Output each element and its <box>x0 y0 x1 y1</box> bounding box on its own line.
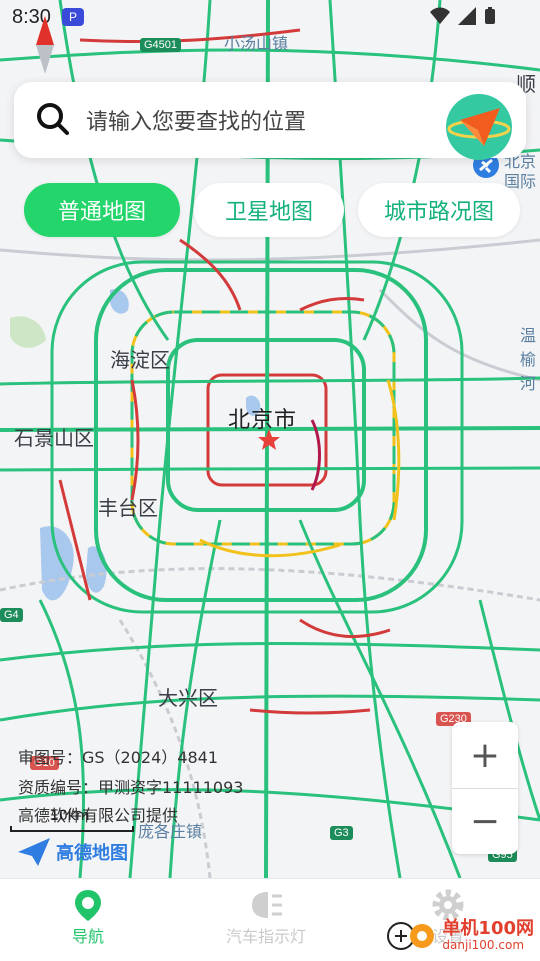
amap-logo-text: 高德地图 <box>56 843 128 864</box>
zoom-control: + − <box>452 722 518 854</box>
road-shield: G4501 <box>140 38 182 52</box>
watermark-title: 单机100网 <box>442 918 534 939</box>
place-label: 榆 <box>520 350 537 369</box>
district-label: 大兴区 <box>158 686 218 710</box>
road-shield: G3 <box>330 826 353 840</box>
map-scale: 10km <box>10 808 134 832</box>
scale-label: 10km <box>50 808 90 824</box>
nav-item-navigation[interactable]: 导航 <box>70 887 106 947</box>
headlight-icon <box>248 887 284 923</box>
tab-normal-map[interactable]: 普通地图 <box>24 183 180 237</box>
scale-bar <box>10 826 134 832</box>
compass-icon[interactable] <box>34 16 56 74</box>
tab-traffic-map[interactable]: 城市路况图 <box>358 183 520 237</box>
tab-satellite-map[interactable]: 卫星地图 <box>194 183 344 237</box>
district-label: 石景山区 <box>14 426 94 450</box>
location-pin-icon <box>70 887 106 923</box>
district-label: 海淀区 <box>110 348 170 372</box>
status-icons <box>430 7 496 25</box>
nav-item-car-lights[interactable]: 汽车指示灯 <box>226 887 306 947</box>
nav-item-label: 汽车指示灯 <box>226 927 307 946</box>
place-label: 小汤山镇 <box>224 34 289 53</box>
watermark-url: danji100.com <box>442 938 525 952</box>
district-label: 丰台区 <box>98 496 158 520</box>
navigation-arrow-icon[interactable] <box>440 94 518 160</box>
watermark-logo-icon <box>387 922 435 950</box>
bottom-nav: 导航 汽车指示灯 设置 单机100网 danji100.com <box>0 878 540 961</box>
city-label: 北京市 <box>228 408 298 433</box>
zoom-out-button[interactable]: − <box>452 788 518 854</box>
search-icon <box>37 103 69 135</box>
zoom-in-button[interactable]: + <box>452 722 518 789</box>
search-bar[interactable]: 请输入您要查找的位置 <box>14 82 526 160</box>
nav-item-label: 导航 <box>71 927 104 946</box>
amap-logo: 高德地图 <box>18 838 128 866</box>
amap-logo-icon <box>18 838 50 866</box>
site-watermark: 单机100网 danji100.com <box>386 919 534 953</box>
status-bar: 8:30 P <box>0 0 540 34</box>
place-label: 温 <box>520 326 537 345</box>
search-input[interactable]: 请输入您要查找的位置 <box>86 104 306 136</box>
map-license: 资质编号：甲测资字11111093 <box>18 778 244 797</box>
map-type-tabs: 普通地图 卫星地图 城市路况图 <box>24 183 520 237</box>
signal-icon <box>458 7 476 25</box>
road-shield: G4 <box>0 608 23 622</box>
wifi-icon <box>430 7 450 24</box>
battery-icon <box>485 7 495 24</box>
app-badge-icon: P <box>62 8 84 26</box>
place-label: 河 <box>520 374 537 393</box>
map-view[interactable]: 8:30 P G4501 G4 G230 G3 G95 G10 小汤山镇 顺 北… <box>0 0 540 878</box>
map-review-number: 审图号：GS（2024）4841 <box>18 748 218 767</box>
